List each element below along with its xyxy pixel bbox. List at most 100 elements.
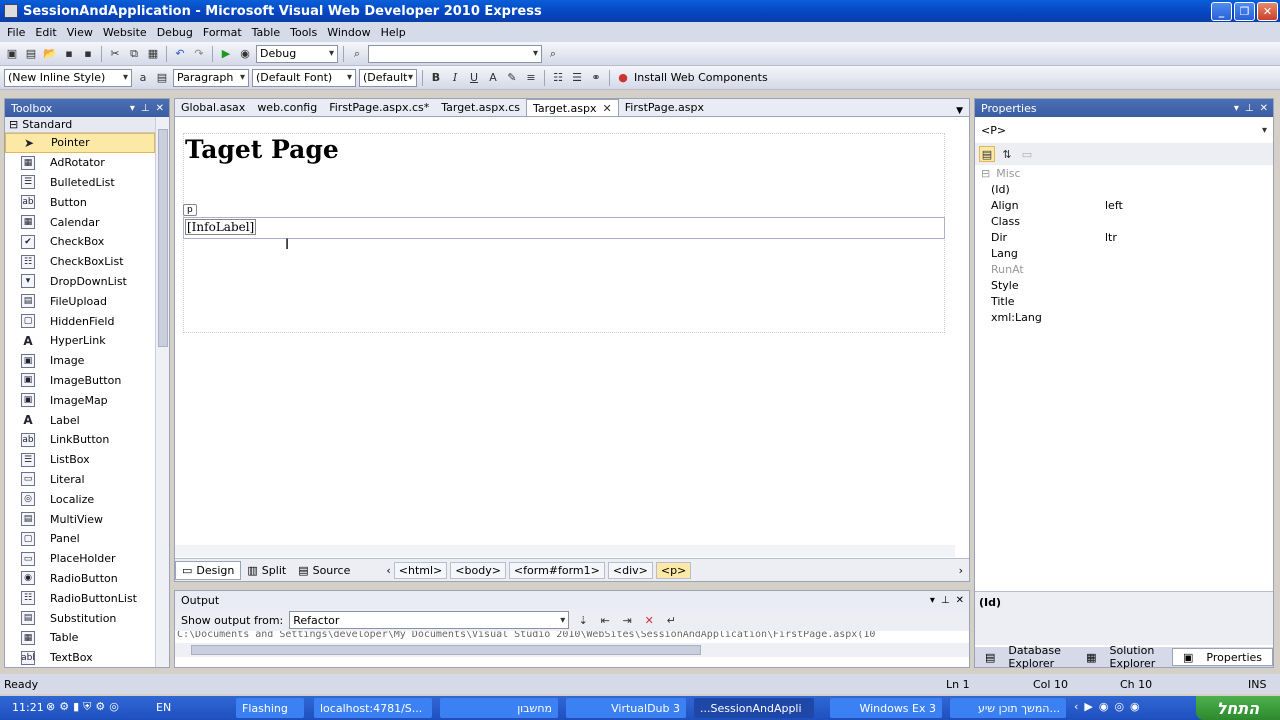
paragraph-box[interactable] <box>183 217 945 239</box>
bold-icon[interactable]: B <box>428 70 444 86</box>
crumb-p[interactable]: <p> <box>655 561 692 579</box>
toolbox-item-checkbox[interactable]: ✔ CheckBox <box>5 232 169 252</box>
manage-styles-icon[interactable]: ▤ <box>154 70 170 86</box>
crumb-body[interactable]: <body> <box>450 561 506 579</box>
menu-tools[interactable]: Tools <box>285 26 322 39</box>
tab-web-config[interactable]: web.config <box>251 99 323 116</box>
font-color-icon[interactable]: A <box>485 70 501 86</box>
property-row[interactable]: xml:Lang <box>975 309 1273 325</box>
tab-firstpage-aspx[interactable]: FirstPage.aspx <box>619 99 710 116</box>
categorized-icon[interactable]: ▤ <box>979 146 995 162</box>
close-icon[interactable]: ✕ <box>1260 103 1268 114</box>
toolbox-item-hyperlink[interactable]: A HyperLink <box>5 331 169 351</box>
editor-horizontal-scrollbar[interactable] <box>175 545 955 557</box>
start-button[interactable]: התחל <box>1196 696 1280 720</box>
find-combo[interactable] <box>368 44 542 63</box>
toolbox-item-table[interactable]: ▦ Table <box>5 628 169 648</box>
page-heading[interactable]: Taget Page <box>185 135 339 164</box>
design-view-button[interactable]: ▭ Design <box>175 560 242 580</box>
new-project-icon[interactable]: ▣ <box>4 46 20 62</box>
toolbox-item-radiobuttonlist[interactable]: ☷ RadioButtonList <box>5 588 169 608</box>
task-session-app[interactable]: ...SessionAndAppli <box>694 698 814 718</box>
menu-table[interactable]: Table <box>247 26 285 39</box>
toolbox-item-multiview[interactable]: ▤ MultiView <box>5 509 169 529</box>
property-row[interactable]: Title <box>975 293 1273 309</box>
property-row[interactable]: Align left <box>975 197 1273 213</box>
close-button[interactable]: ✕ <box>1257 2 1278 21</box>
menu-debug[interactable]: Debug <box>152 26 198 39</box>
save-all-icon[interactable]: ▪ <box>80 46 96 62</box>
browser-icon[interactable]: ◉ <box>237 46 253 62</box>
block-format-select[interactable]: Paragraph <box>173 68 249 87</box>
property-row[interactable]: (Id) <box>975 181 1273 197</box>
prev-message-icon[interactable]: ⇤ <box>597 612 613 628</box>
dropdown-icon[interactable]: ▾ <box>930 595 935 606</box>
tab-target-aspx-cs[interactable]: Target.aspx.cs <box>435 99 526 116</box>
highlight-icon[interactable]: ✎ <box>504 70 520 86</box>
crumb-form[interactable]: <form#form1> <box>508 561 605 579</box>
find-icon[interactable]: ⌕ <box>545 46 561 62</box>
italic-icon[interactable]: I <box>447 70 463 86</box>
menu-edit[interactable]: Edit <box>30 26 61 39</box>
toolbox-item-textbox[interactable]: abl TextBox <box>5 648 169 668</box>
minimize-button[interactable]: _ <box>1211 2 1232 21</box>
menu-help[interactable]: Help <box>376 26 411 39</box>
collapse-icon[interactable]: ⊟ <box>9 118 18 131</box>
crumb-left-icon[interactable]: ‹ <box>386 564 390 577</box>
find-in-files-icon[interactable]: ⌕ <box>349 46 365 62</box>
task-windows-explorer[interactable]: Windows Ex 3 <box>830 698 942 718</box>
output-source-select[interactable]: Refactor <box>289 611 570 629</box>
object-select[interactable]: <P> <box>977 121 1271 139</box>
property-row[interactable]: RunAt <box>975 261 1273 277</box>
menu-website[interactable]: Website <box>98 26 152 39</box>
property-row[interactable]: Style <box>975 277 1273 293</box>
find-message-icon[interactable]: ⇣ <box>575 612 591 628</box>
bulleted-list-icon[interactable]: ☰ <box>569 70 585 86</box>
pin-icon[interactable]: ⊥ <box>1245 103 1254 114</box>
toolbox-group-standard[interactable]: ⊟ Standard <box>5 117 169 133</box>
source-view-button[interactable]: ▤ Source <box>292 562 356 579</box>
menu-format[interactable]: Format <box>198 26 247 39</box>
word-wrap-icon[interactable]: ↵ <box>663 612 679 628</box>
property-row[interactable]: Class <box>975 213 1273 229</box>
font-size-select[interactable]: (Default <box>359 68 417 87</box>
font-select[interactable]: (Default Font) <box>252 68 356 87</box>
dropdown-icon[interactable]: ▾ <box>130 103 135 114</box>
install-web-components-button[interactable]: Install Web Components <box>634 71 768 84</box>
hyperlink-icon[interactable]: ⚭ <box>588 70 604 86</box>
style-select[interactable]: (New Inline Style) <box>4 68 132 87</box>
dropdown-icon[interactable]: ▾ <box>1234 103 1239 114</box>
task-calculator[interactable]: מחשבון <box>440 698 558 718</box>
redo-icon[interactable]: ↷ <box>191 46 207 62</box>
clear-all-icon[interactable]: ✕ <box>641 612 657 628</box>
toolbox-item-checkboxlist[interactable]: ☷ CheckBoxList <box>5 252 169 272</box>
toolbox-item-imagemap[interactable]: ▣ ImageMap <box>5 390 169 410</box>
next-message-icon[interactable]: ⇥ <box>619 612 635 628</box>
language-indicator[interactable]: EN <box>156 701 171 714</box>
p-tag-label[interactable]: p <box>183 204 197 216</box>
toolbox-item-pointer[interactable]: ➤ Pointer <box>5 133 155 153</box>
paste-icon[interactable]: ▦ <box>145 46 161 62</box>
tab-properties[interactable]: ▣ Properties <box>1172 648 1273 666</box>
editor-vertical-scrollbar[interactable] <box>955 117 969 545</box>
underline-icon[interactable]: U <box>466 70 482 86</box>
split-view-button[interactable]: ▥ Split <box>241 562 292 579</box>
toolbox-item-calendar[interactable]: ▦ Calendar <box>5 212 169 232</box>
tab-database-explorer[interactable]: ▤ Database Explorer <box>975 644 1076 670</box>
close-icon[interactable]: ✕ <box>156 103 164 114</box>
toolbox-item-substitution[interactable]: ▤ Substitution <box>5 608 169 628</box>
toolbox-item-dropdownlist[interactable]: ▾ DropDownList <box>5 272 169 292</box>
undo-icon[interactable]: ↶ <box>172 46 188 62</box>
cut-icon[interactable]: ✂ <box>107 46 123 62</box>
numbered-list-icon[interactable]: ☷ <box>550 70 566 86</box>
tab-target-aspx[interactable]: Target.aspx ✕ <box>526 99 619 116</box>
toolbox-item-label[interactable]: A Label <box>5 410 169 430</box>
output-horizontal-scrollbar[interactable] <box>175 643 969 657</box>
toolbox-item-linkbutton[interactable]: ab LinkButton <box>5 430 169 450</box>
property-pages-icon[interactable]: ▭ <box>1019 146 1035 162</box>
tab-global-asax[interactable]: Global.asax <box>175 99 251 116</box>
toolbox-item-image[interactable]: ▣ Image <box>5 351 169 371</box>
start-debugging-icon[interactable]: ▶ <box>218 46 234 62</box>
pin-icon[interactable]: ⊥ <box>141 103 150 114</box>
open-file-icon[interactable]: 📂 <box>42 46 58 62</box>
